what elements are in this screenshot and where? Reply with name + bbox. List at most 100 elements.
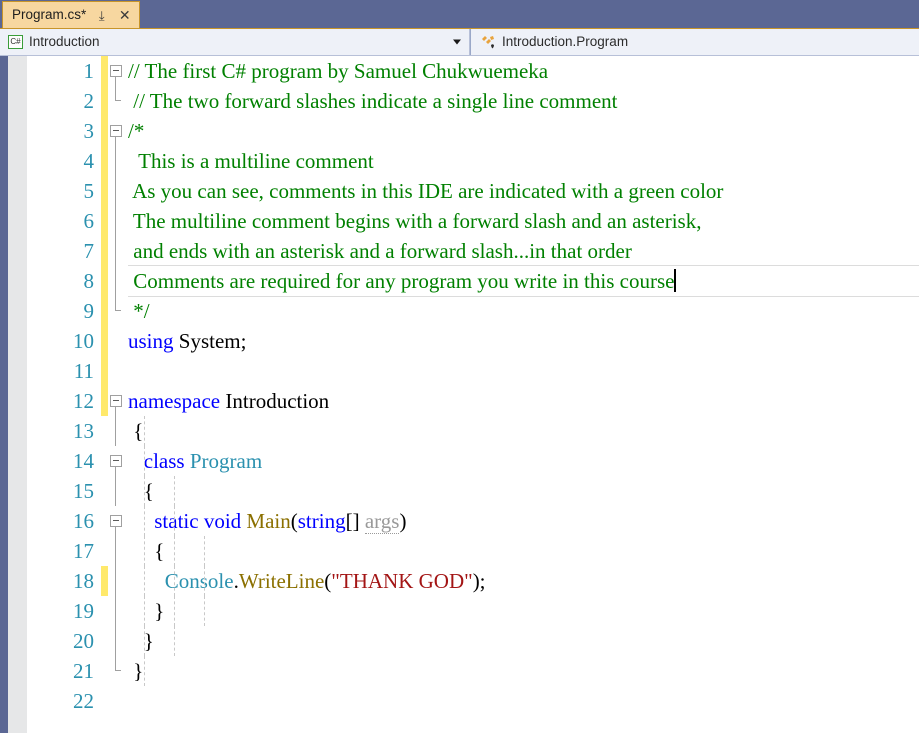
code-line[interactable]: 15 { <box>27 476 919 506</box>
code-line[interactable]: 10 using System; <box>27 326 919 356</box>
outlining-margin[interactable] <box>108 56 128 86</box>
code-editor[interactable]: 1 // The first C# program by Samuel Chukw… <box>0 56 919 733</box>
code-line[interactable]: 13 { <box>27 416 919 446</box>
code-line[interactable]: 6 The multiline comment begins with a fo… <box>27 206 919 236</box>
code-line[interactable]: 12 namespace Introduction <box>27 386 919 416</box>
outlining-margin[interactable] <box>108 476 128 506</box>
collapse-minus-icon[interactable] <box>110 65 122 77</box>
code-text[interactable]: } <box>128 596 919 626</box>
outlining-margin[interactable] <box>108 596 128 626</box>
indent-guide <box>174 596 175 626</box>
chevron-down-icon[interactable] <box>453 39 461 45</box>
code-text[interactable]: and ends with an asterisk and a forward … <box>128 236 919 266</box>
line-number: 6 <box>83 209 95 233</box>
code-line[interactable]: 19 } <box>27 596 919 626</box>
code-text[interactable]: This is a multiline comment <box>128 146 919 176</box>
code-token: The multiline comment begins with a forw… <box>128 209 702 233</box>
outlining-margin[interactable] <box>108 266 128 296</box>
document-tab-program-cs[interactable]: Program.cs* ⤓ ✕ <box>2 1 141 28</box>
change-bar <box>101 326 108 356</box>
code-text[interactable]: As you can see, comments in this IDE are… <box>128 176 919 206</box>
outlining-margin[interactable] <box>108 386 128 416</box>
code-text-content: and ends with an asterisk and a forward … <box>128 239 632 263</box>
code-line[interactable]: 3 /* <box>27 116 919 146</box>
line-number: 16 <box>73 509 94 533</box>
outlining-margin[interactable] <box>108 296 128 326</box>
breakpoint-margin[interactable] <box>8 56 27 733</box>
code-text[interactable] <box>128 686 919 716</box>
code-line[interactable]: 17 { <box>27 536 919 566</box>
outlining-margin[interactable] <box>108 536 128 566</box>
code-text[interactable]: { <box>128 476 919 506</box>
outlining-margin[interactable] <box>108 446 128 476</box>
code-text[interactable]: } <box>128 626 919 656</box>
pin-icon[interactable]: ⤓ <box>94 8 109 23</box>
collapse-minus-icon[interactable] <box>110 515 122 527</box>
code-text[interactable]: /* <box>128 116 919 146</box>
collapse-minus-icon[interactable] <box>110 455 122 467</box>
outlining-margin[interactable] <box>108 206 128 236</box>
indent-guide <box>144 506 145 536</box>
code-text[interactable]: The multiline comment begins with a forw… <box>128 206 919 236</box>
code-text[interactable]: } <box>128 656 919 686</box>
code-text[interactable]: static void Main(string[] args) <box>128 506 919 536</box>
member-dropdown[interactable]: Introduction.Program <box>470 29 919 55</box>
code-text[interactable]: Console.WriteLine("THANK GOD"); <box>128 566 919 596</box>
outlining-margin[interactable] <box>108 686 128 716</box>
code-text[interactable]: */ <box>128 296 919 326</box>
code-line[interactable]: 11 <box>27 356 919 386</box>
code-text-content: Comments are required for any program yo… <box>128 269 674 293</box>
collapse-minus-icon[interactable] <box>110 395 122 407</box>
code-line[interactable]: 5 As you can see, comments in this IDE a… <box>27 176 919 206</box>
code-text[interactable] <box>128 356 919 386</box>
code-line[interactable]: 8 Comments are required for any program … <box>27 265 919 297</box>
outlining-margin[interactable] <box>108 656 128 686</box>
outlining-margin[interactable] <box>108 326 128 356</box>
outlining-margin[interactable] <box>108 626 128 656</box>
line-number: 20 <box>73 629 94 653</box>
indent-guide <box>144 626 145 656</box>
type-dropdown[interactable]: C# Introduction <box>0 29 470 55</box>
outlining-margin[interactable] <box>108 86 128 116</box>
code-text[interactable]: { <box>128 416 919 446</box>
outlining-margin[interactable] <box>108 176 128 206</box>
code-line[interactable]: 22 <box>27 686 919 716</box>
code-line[interactable]: 16 static void Main(string[] args) <box>27 506 919 536</box>
code-line[interactable]: 1 // The first C# program by Samuel Chukw… <box>27 56 919 86</box>
code-token: Program <box>189 449 263 473</box>
document-tab-strip: Program.cs* ⤓ ✕ <box>0 0 919 28</box>
outlining-margin[interactable] <box>108 416 128 446</box>
code-token: using <box>128 329 174 353</box>
code-line[interactable]: 9 */ <box>27 296 919 326</box>
code-line[interactable]: 20 } <box>27 626 919 656</box>
code-text[interactable]: // The first C# program by Samuel Chukwu… <box>128 56 919 86</box>
outlining-margin[interactable] <box>108 356 128 386</box>
code-token: System; <box>173 329 247 353</box>
code-line[interactable]: 14 class Program <box>27 446 919 476</box>
code-line[interactable]: 4 This is a multiline comment <box>27 146 919 176</box>
code-line[interactable]: 7 and ends with an asterisk and a forwar… <box>27 236 919 266</box>
code-lines-container[interactable]: 1 // The first C# program by Samuel Chukw… <box>27 56 919 733</box>
code-text[interactable]: // The two forward slashes indicate a si… <box>128 86 919 116</box>
code-line[interactable]: 2 // The two forward slashes indicate a … <box>27 86 919 116</box>
line-number: 14 <box>73 449 94 473</box>
document-tab-label: Program.cs* <box>12 7 87 23</box>
change-bar <box>101 146 108 176</box>
code-text[interactable]: class Program <box>128 446 919 476</box>
close-icon[interactable]: ✕ <box>117 7 132 23</box>
code-text[interactable]: Comments are required for any program yo… <box>128 266 919 296</box>
code-line[interactable]: 21 } <box>27 656 919 686</box>
code-text[interactable]: { <box>128 536 919 566</box>
outlining-margin[interactable] <box>108 566 128 596</box>
code-text[interactable]: namespace Introduction <box>128 386 919 416</box>
code-line[interactable]: 18 Console.WriteLine("THANK GOD"); <box>27 566 919 596</box>
outlining-margin[interactable] <box>108 116 128 146</box>
outlining-margin[interactable] <box>108 146 128 176</box>
outlining-margin[interactable] <box>108 236 128 266</box>
collapse-minus-icon[interactable] <box>110 125 122 137</box>
indent-guide <box>174 506 175 536</box>
outlining-margin[interactable] <box>108 506 128 536</box>
code-text[interactable]: using System; <box>128 326 919 356</box>
